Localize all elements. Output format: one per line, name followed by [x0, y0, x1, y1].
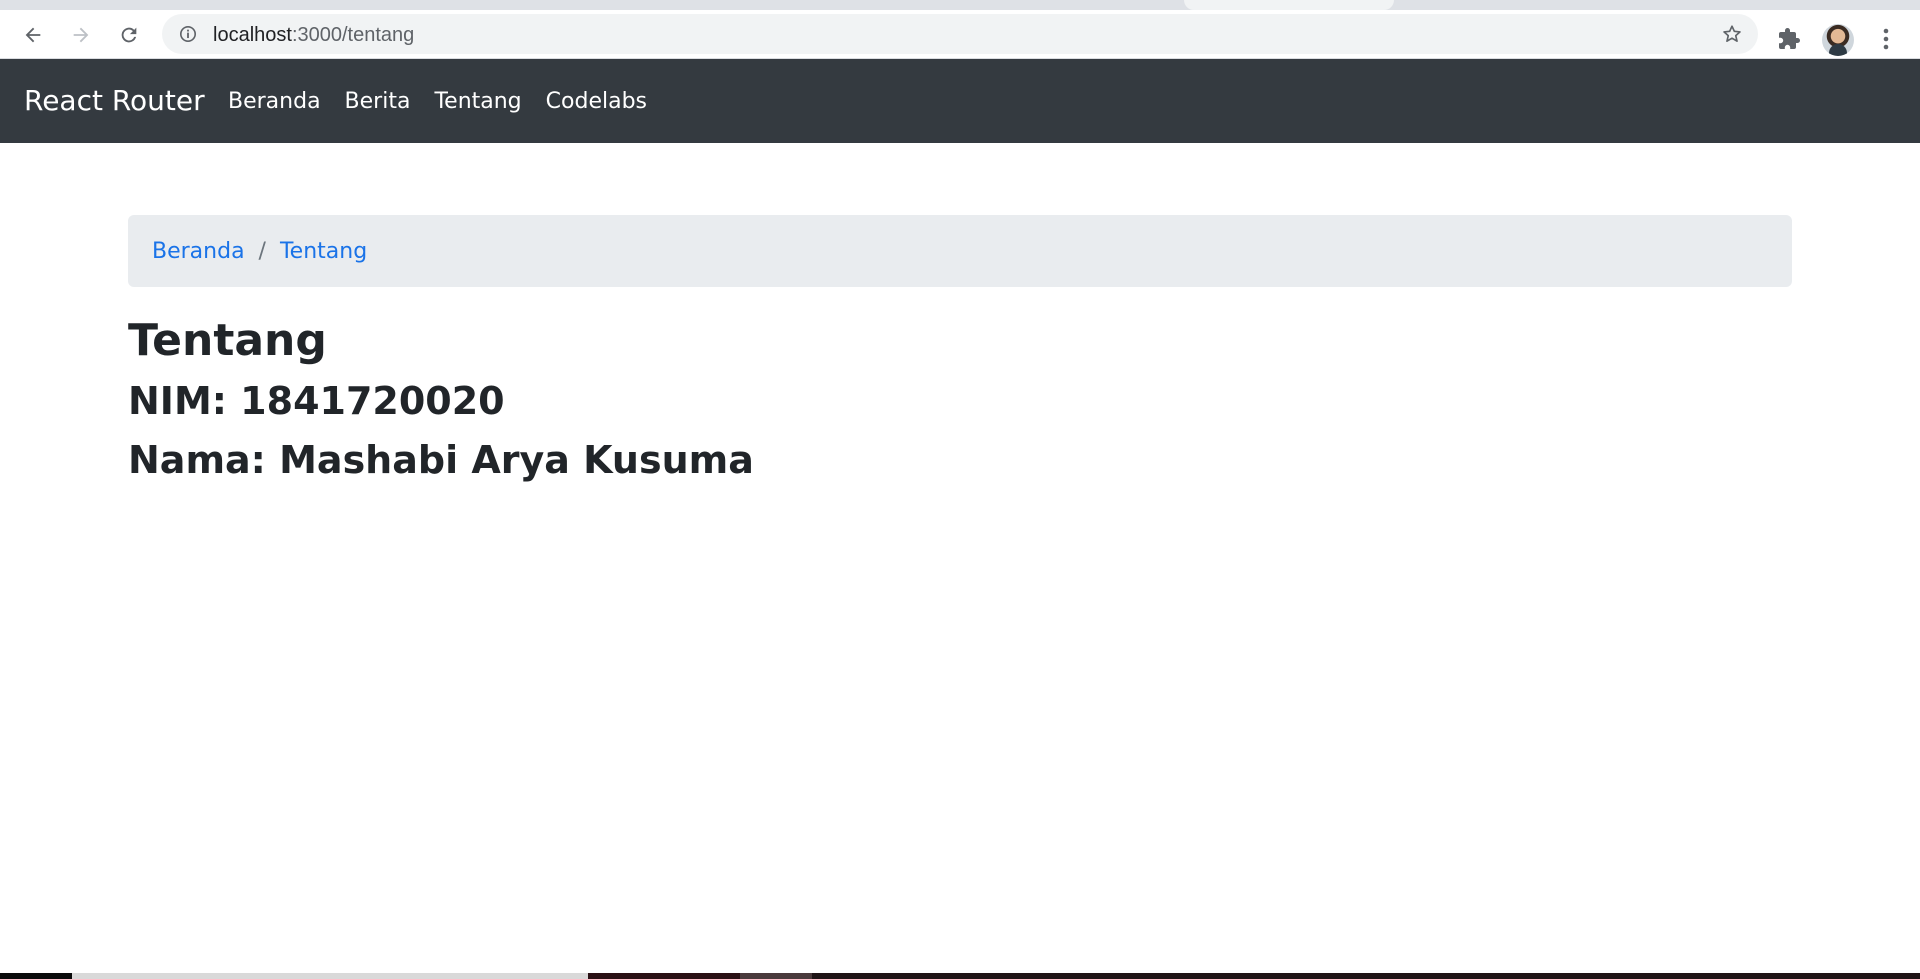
browser-tab-strip	[0, 0, 1920, 10]
navbar-brand[interactable]: React Router	[24, 59, 205, 143]
url-text[interactable]: localhost:3000/tentang	[213, 24, 414, 47]
address-bar[interactable]: localhost:3000/tentang	[162, 14, 1758, 54]
reload-icon[interactable]	[114, 20, 144, 50]
nav-link-berita[interactable]: Berita	[345, 89, 411, 114]
nav-link-beranda[interactable]: Beranda	[228, 89, 321, 114]
navbar-links: Beranda Berita Tentang Codelabs	[228, 59, 671, 143]
browser-active-tab[interactable]	[1184, 0, 1394, 10]
nama-text: Nama: Mashabi Arya Kusuma	[128, 438, 754, 483]
forward-arrow-icon[interactable]	[66, 20, 96, 50]
breadcrumb: Beranda / Tentang	[128, 215, 1792, 287]
breadcrumb-item-tentang[interactable]: Tentang	[280, 239, 367, 264]
main-content: Beranda / Tentang Tentang NIM: 184172002…	[128, 143, 1792, 485]
kebab-menu-icon[interactable]	[1876, 26, 1896, 52]
url-host: localhost	[213, 24, 292, 46]
info-icon[interactable]	[178, 24, 198, 44]
page-title: Tentang	[128, 315, 327, 366]
taskbar-app-active-segment	[740, 973, 812, 979]
extensions-puzzle-icon[interactable]	[1776, 26, 1802, 52]
app-navbar: React Router Beranda Berita Tentang Code…	[0, 59, 1920, 143]
nav-link-tentang[interactable]: Tentang	[434, 89, 521, 114]
nav-link-codelabs[interactable]: Codelabs	[546, 89, 647, 114]
profile-avatar[interactable]	[1822, 24, 1854, 56]
taskbar-app-segment	[588, 973, 740, 979]
breadcrumb-separator: /	[258, 238, 266, 264]
taskbar-search-segment	[72, 973, 588, 979]
back-arrow-icon[interactable]	[18, 20, 48, 50]
browser-toolbar: localhost:3000/tentang	[0, 10, 1920, 59]
taskbar-start-segment	[0, 973, 72, 979]
url-path: :3000/tentang	[291, 24, 415, 46]
breadcrumb-item-beranda[interactable]: Beranda	[152, 239, 245, 264]
os-taskbar	[0, 973, 1920, 979]
nim-text: NIM: 1841720020	[128, 378, 505, 423]
star-icon[interactable]	[1720, 22, 1744, 46]
